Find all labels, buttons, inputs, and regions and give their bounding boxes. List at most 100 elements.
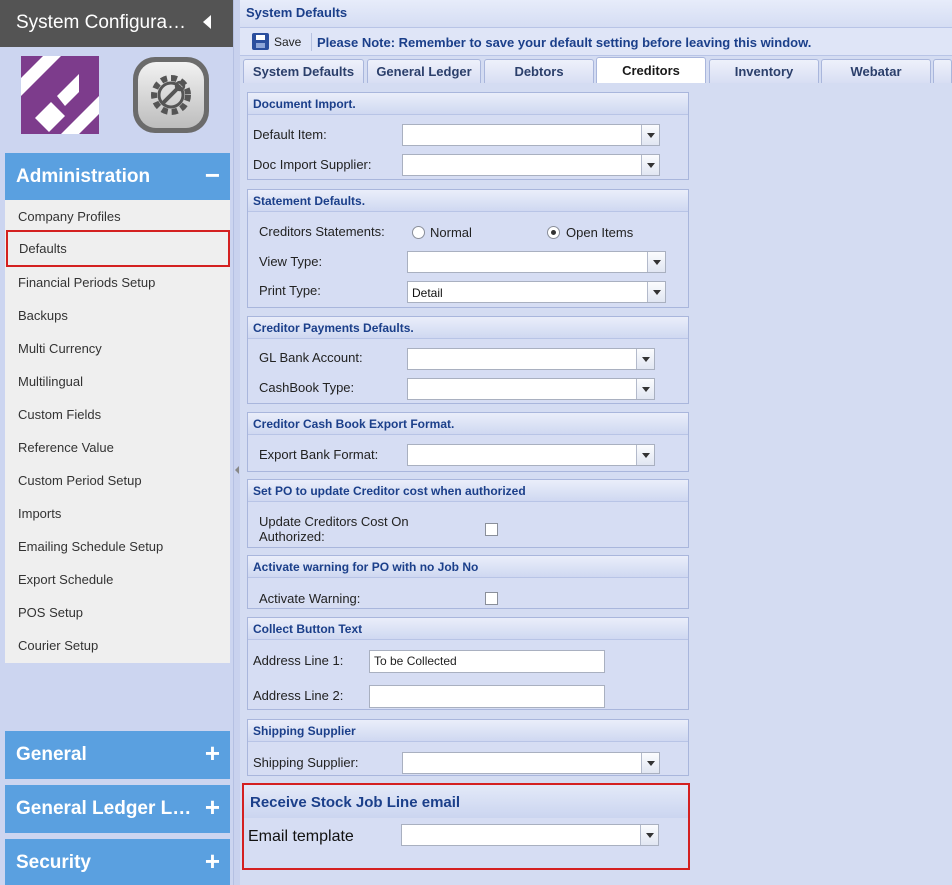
po-update-cost-panel: Set PO to update Creditor cost when auth… <box>247 479 689 548</box>
expand-icon[interactable]: + <box>205 738 220 768</box>
save-icon <box>252 33 269 50</box>
cashbook-export-panel: Creditor Cash Book Export Format. Export… <box>247 412 689 472</box>
chevron-down-icon[interactable] <box>647 252 665 272</box>
expand-icon[interactable]: + <box>205 792 220 822</box>
tab-system-defaults[interactable]: System Defaults <box>243 59 364 83</box>
chevron-down-icon[interactable] <box>647 282 665 302</box>
sidebar-item-multi-currency[interactable]: Multi Currency <box>5 332 230 365</box>
sidebar-item-imports[interactable]: Imports <box>5 497 230 530</box>
accordion-label: General <box>16 744 87 765</box>
email-template-select[interactable] <box>401 824 659 846</box>
chevron-down-icon[interactable] <box>641 753 659 773</box>
sidebar: System Configuration Administration − Co… <box>0 0 233 885</box>
receive-stock-header: Receive Stock Job Line email <box>244 785 688 818</box>
update-cost-checkbox[interactable] <box>485 523 498 536</box>
address-line-2-input[interactable] <box>369 685 605 708</box>
print-type-select[interactable]: Detail <box>407 281 666 303</box>
doc-import-supplier-select[interactable] <box>402 154 660 176</box>
administration-menu: Company Profiles Defaults Financial Peri… <box>5 200 230 663</box>
chevron-down-icon[interactable] <box>641 155 659 175</box>
po-warning-panel: Activate warning for PO with no Job No A… <box>247 555 689 609</box>
panel-title: Statement Defaults. <box>248 190 688 212</box>
sidebar-item-multilingual[interactable]: Multilingual <box>5 365 230 398</box>
accordion-security[interactable]: Security + <box>5 839 230 885</box>
collapse-icon[interactable]: − <box>205 160 220 190</box>
sidebar-item-defaults[interactable]: Defaults <box>6 230 230 267</box>
activate-warning-label: Activate Warning: <box>259 591 361 606</box>
settings-gear-icon <box>131 55 211 135</box>
sidebar-item-financial-periods-setup[interactable]: Financial Periods Setup <box>5 266 230 299</box>
sidebar-item-company-profiles[interactable]: Company Profiles <box>5 200 230 233</box>
print-type-label: Print Type: <box>259 283 321 298</box>
panel-title: Shipping Supplier <box>248 720 688 742</box>
chevron-down-icon[interactable] <box>641 125 659 145</box>
panel-title: Creditor Cash Book Export Format. <box>248 413 688 435</box>
sidebar-item-custom-period-setup[interactable]: Custom Period Setup <box>5 464 230 497</box>
sidebar-item-emailing-schedule-setup[interactable]: Emailing Schedule Setup <box>5 530 230 563</box>
tab-more[interactable] <box>933 59 952 83</box>
view-type-select[interactable] <box>407 251 666 273</box>
activate-warning-checkbox[interactable] <box>485 592 498 605</box>
panel-title: Creditor Payments Defaults. <box>248 317 688 339</box>
sidebar-item-custom-fields[interactable]: Custom Fields <box>5 398 230 431</box>
export-bank-format-label: Export Bank Format: <box>259 447 379 462</box>
toolbar: Save Please Note: Remember to save your … <box>240 28 952 56</box>
sidebar-item-export-schedule[interactable]: Export Schedule <box>5 563 230 596</box>
document-import-panel: Document Import. Default Item: Doc Impor… <box>247 92 689 180</box>
chevron-down-icon[interactable] <box>636 349 654 369</box>
main-panel: System Defaults Save Please Note: Rememb… <box>240 0 952 885</box>
panel-title: Document Import. <box>248 93 688 115</box>
export-bank-format-select[interactable] <box>407 444 655 466</box>
shipping-supplier-select[interactable] <box>402 752 660 774</box>
tab-webatar[interactable]: Webatar <box>821 59 931 83</box>
normal-radio-label: Normal <box>430 225 472 240</box>
chevron-down-icon[interactable] <box>636 445 654 465</box>
sidebar-item-pos-setup[interactable]: POS Setup <box>5 596 230 629</box>
email-template-label: Email template <box>248 828 354 845</box>
accordion-label: Administration <box>16 166 151 187</box>
open-items-radio[interactable] <box>547 226 560 239</box>
address-line-2-label: Address Line 2: <box>253 688 344 703</box>
accordion-administration[interactable]: Administration − <box>5 153 230 201</box>
accordion-general[interactable]: General + <box>5 731 230 779</box>
address-line-1-input[interactable]: To be Collected <box>369 650 605 673</box>
tab-debtors[interactable]: Debtors <box>484 59 594 83</box>
creditors-statements-label: Creditors Statements: <box>259 224 385 239</box>
sidebar-item-backups[interactable]: Backups <box>5 299 230 332</box>
save-label: Save <box>274 35 302 49</box>
receive-stock-title: Receive Stock Job Line email <box>250 794 461 811</box>
expand-icon[interactable]: + <box>205 846 220 876</box>
chevron-down-icon[interactable] <box>636 379 654 399</box>
panel-title: Collect Button Text <box>248 618 688 640</box>
selected-value: Detail <box>412 286 443 300</box>
statement-defaults-panel: Statement Defaults. Creditors Statements… <box>247 189 689 308</box>
collapse-sidebar-icon[interactable] <box>203 15 211 29</box>
sidebar-item-courier-setup[interactable]: Courier Setup <box>5 629 230 662</box>
panel-title: Activate warning for PO with no Job No <box>248 556 688 578</box>
tab-strip: System Defaults General Ledger Debtors C… <box>240 57 952 83</box>
toolbar-separator <box>311 33 312 51</box>
chevron-down-icon[interactable] <box>640 825 658 845</box>
tab-creditors[interactable]: Creditors <box>596 57 706 83</box>
splitter-arrow-icon[interactable] <box>235 466 239 474</box>
default-item-label: Default Item: <box>253 127 327 142</box>
panel-title: Set PO to update Creditor cost when auth… <box>248 480 688 502</box>
tab-inventory[interactable]: Inventory <box>709 59 819 83</box>
doc-import-supplier-label: Doc Import Supplier: <box>253 157 372 172</box>
sidebar-header: System Configuration <box>0 0 233 47</box>
update-cost-label: Update Creditors Cost On <box>259 514 409 529</box>
company-logo <box>21 56 99 134</box>
cashbook-type-select[interactable] <box>407 378 655 400</box>
window-title-bar: System Defaults <box>240 0 952 28</box>
open-items-radio-label: Open Items <box>566 225 634 240</box>
gl-bank-account-select[interactable] <box>407 348 655 370</box>
sidebar-item-reference-value[interactable]: Reference Value <box>5 431 230 464</box>
accordion-general-ledger-links[interactable]: General Ledger Links + <box>5 785 230 833</box>
update-cost-label-2: Authorized: <box>259 529 325 544</box>
normal-radio[interactable] <box>412 226 425 239</box>
sidebar-splitter[interactable] <box>233 0 240 885</box>
tab-general-ledger[interactable]: General Ledger <box>367 59 481 83</box>
view-type-label: View Type: <box>259 254 323 269</box>
default-item-select[interactable] <box>402 124 660 146</box>
accordion-label: General Ledger Links <box>16 798 196 819</box>
